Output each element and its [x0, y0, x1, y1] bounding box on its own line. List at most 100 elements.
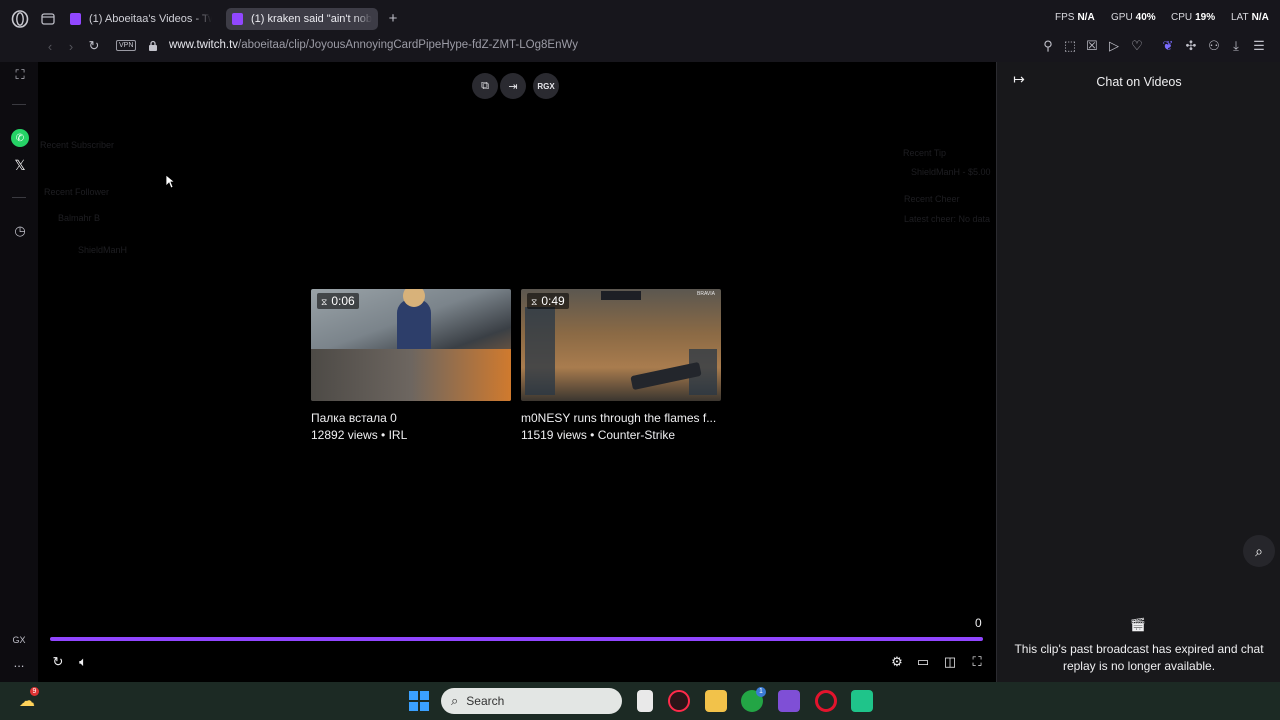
fullscreen-icon[interactable]: ⛶ [968, 653, 986, 671]
tab-label: (1) Aboeitaa's Videos - Twitch [89, 13, 212, 25]
clapperboard-icon: 🎬︎ [1129, 617, 1147, 632]
vpn-badge[interactable]: VPN [116, 40, 137, 51]
cpu-stat: CPU 19% [1171, 12, 1215, 23]
overlay-follower-name: Balmahr B [58, 213, 101, 223]
fps-label: FPS [1055, 12, 1075, 23]
thumb-hud-left [525, 307, 555, 395]
fps-value: N/A [1077, 12, 1095, 23]
layout-icon[interactable]: ◫ [941, 653, 959, 671]
timer-readout: 0 [975, 616, 982, 630]
forward-icon[interactable]: › [64, 39, 78, 54]
gpu-stat: GPU 40% [1111, 12, 1156, 23]
seek-bar[interactable] [50, 637, 983, 641]
discord-icon[interactable] [851, 690, 873, 712]
gx-corner-button[interactable]: GX [8, 633, 30, 647]
fps-stat: FPS N/A [1055, 12, 1095, 23]
clip-meta: 12892 views • IRL [311, 428, 408, 442]
pin-icon[interactable]: ⚲ [1040, 38, 1056, 54]
overlay-recent-cheer: Recent Cheer [904, 194, 960, 204]
divider [12, 104, 26, 105]
notification-badge: 9 [30, 687, 39, 696]
rgx-button[interactable]: RGX [533, 73, 559, 99]
clip-title[interactable]: Палка встала 0 [311, 411, 511, 425]
tab-label: (1) kraken said "ain't nobody [251, 13, 372, 25]
taskbar: ☁ 9 ⌕ Search 1 [0, 682, 1280, 720]
tab-kraken-clip[interactable]: (1) kraken said "ain't nobody [226, 8, 378, 30]
menu-icon[interactable]: ☰ [1251, 38, 1267, 54]
opera-icon[interactable] [815, 690, 837, 712]
clip-duration: ⧖ 0:49 [527, 293, 569, 309]
clip-icon: ⧖ [531, 297, 538, 307]
file-icon[interactable] [637, 690, 653, 712]
overlay-tip-value: ShieldManH - $5.00 [911, 167, 991, 177]
plus-icon[interactable]: + [386, 10, 400, 27]
thumb-scoreboard [601, 291, 641, 300]
clip-thumbnail[interactable]: BRAVIA ⧖ 0:49 [521, 289, 721, 401]
browser-chrome: (1) Aboeitaa's Videos - Twitch (1) krake… [0, 0, 1280, 62]
clip-duration-text: 0:06 [331, 294, 355, 308]
snapshot-icon[interactable]: ⬚ [1062, 38, 1078, 54]
share-icon[interactable]: ⇥ [500, 73, 526, 99]
thumb-counter [311, 349, 511, 401]
tab-aboeitaa-videos[interactable]: (1) Aboeitaa's Videos - Twitch [64, 8, 218, 30]
clip-icon: ⧖ [321, 297, 328, 307]
chat-panel: ↦ Chat on Videos 🎬︎ This clip's past bro… [996, 62, 1280, 682]
lock-icon[interactable] [146, 38, 160, 54]
sidebar-more-button[interactable]: ... [8, 655, 30, 670]
divider [12, 197, 26, 198]
net-value: N/A [1251, 12, 1269, 23]
gpu-value: 40% [1135, 12, 1156, 23]
net-stat: LAT N/A [1231, 12, 1269, 23]
theatre-mode-icon[interactable]: ▭ [914, 653, 932, 671]
chat-expired-message: This clip's past broadcast has expired a… [1014, 642, 1264, 673]
extensions-icon[interactable]: ✣ [1183, 38, 1199, 54]
overlay-user-name: ShieldManH [78, 245, 128, 255]
download-icon[interactable]: ⤓ [1228, 38, 1244, 54]
reload-icon[interactable]: ↻ [86, 38, 102, 54]
history-icon[interactable]: ◷ [11, 222, 29, 240]
overlay-recent-follower: Recent Follower [44, 187, 110, 197]
clip-card[interactable]: BRAVIA ⧖ 0:49 m0NESY runs through the fla… [521, 289, 721, 442]
opera-logo-icon[interactable] [10, 9, 30, 29]
gpu-label: GPU [1111, 12, 1133, 23]
volume-icon[interactable]: 🔈︎ [74, 653, 92, 671]
url-path: /aboeitaa/clip/JoyousAnnoyingCardPipeHyp… [238, 39, 578, 51]
player-icon[interactable]: ▷ [1106, 38, 1122, 54]
extension-logo-icon[interactable]: ❦ [1160, 38, 1176, 54]
twitch-favicon-icon [232, 13, 243, 25]
windows-start-icon[interactable] [408, 690, 430, 712]
net-label: LAT [1231, 12, 1249, 23]
x-twitter-icon[interactable]: 𝕏 [11, 156, 29, 174]
app-icon[interactable] [778, 690, 800, 712]
opera-gx-taskbar-icon[interactable] [668, 690, 690, 712]
taskbar-search[interactable]: ⌕ Search [441, 688, 622, 714]
lens-icon[interactable]: ⌕ [1243, 535, 1275, 567]
xbox-badge: 1 [756, 687, 766, 697]
thumb-badge: BRAVIA [697, 291, 715, 297]
back-icon[interactable]: ‹ [43, 39, 57, 54]
url-domain: www.twitch.tv [169, 39, 239, 51]
clip-duration-text: 0:49 [541, 294, 565, 308]
twitch-favicon-icon [70, 13, 81, 25]
clip-title[interactable]: m0NESY runs through the flames f... [521, 411, 721, 425]
adblock-icon[interactable]: ☒ [1084, 38, 1100, 54]
file-explorer-icon[interactable] [705, 690, 727, 712]
profile-icon[interactable]: ⚇ [1206, 38, 1222, 54]
cpu-label: CPU [1171, 12, 1193, 23]
search-icon: ⌕ [451, 693, 459, 708]
aria-icon[interactable]: ⛶ [11, 66, 29, 84]
sidebar: ⛶ ✆ 𝕏 ◷ GX ... [0, 62, 38, 682]
copy-icon[interactable]: ⧉ [472, 73, 498, 99]
replay-icon[interactable]: ↻ [49, 653, 67, 671]
tab-manager-icon[interactable] [40, 11, 56, 27]
overlay-recent-subscriber: Recent Subscriber [40, 140, 115, 150]
settings-icon[interactable]: ⚙ [888, 653, 906, 671]
video-player[interactable]: Recent Subscriber Recent Follower Balmah… [38, 62, 996, 682]
address-bar[interactable]: www.twitch.tv/aboeitaa/clip/JoyousAnnoyi… [169, 39, 578, 51]
clip-meta: 11519 views • Counter-Strike [521, 428, 676, 442]
clip-thumbnail[interactable]: ⧖ 0:06 [311, 289, 511, 401]
heart-icon[interactable]: ♡ [1129, 38, 1145, 54]
clip-card[interactable]: ⧖ 0:06 Палка встала 0 12892 views • IRL [311, 289, 511, 442]
chat-title: Chat on Videos [1096, 75, 1182, 89]
whatsapp-icon[interactable]: ✆ [11, 129, 29, 147]
